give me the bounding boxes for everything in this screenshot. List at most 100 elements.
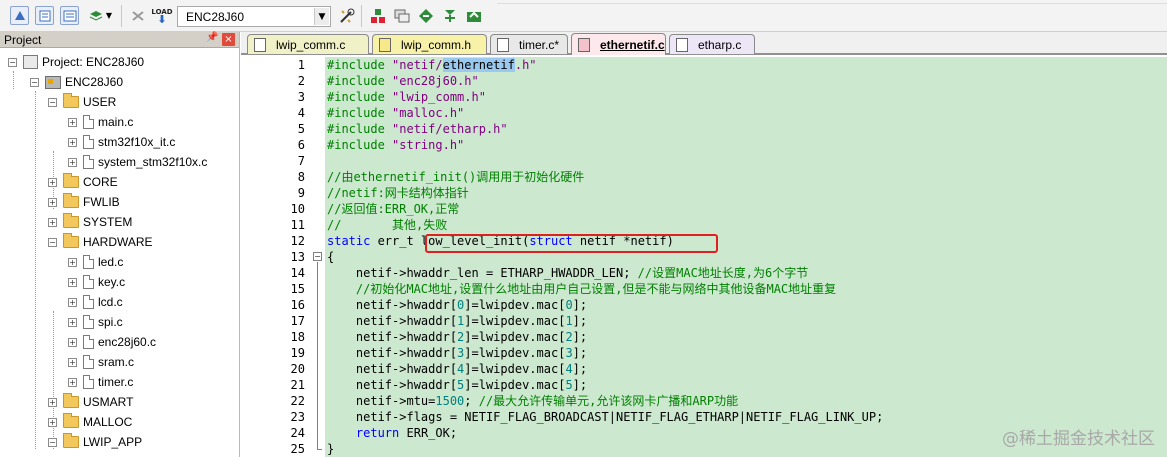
chevron-down-icon[interactable]: ▼ (104, 6, 114, 25)
expand-icon[interactable]: + (48, 177, 57, 187)
tree-item-folder[interactable]: − LWIP_APP (48, 432, 142, 452)
tree-item-file[interactable]: + stm32f10x_it.c (68, 132, 175, 152)
expand-icon[interactable]: + (68, 137, 77, 147)
target-options-icon[interactable] (337, 6, 356, 25)
tree-item-file[interactable]: + main.c (68, 112, 133, 132)
tree-item-label: FWLIB (83, 195, 120, 209)
batch-build-icon[interactable] (86, 6, 105, 25)
expand-icon[interactable]: + (48, 397, 57, 407)
collapse-icon[interactable]: − (48, 97, 57, 107)
code-line: return ERR_OK; (327, 425, 457, 441)
code-token: ]; (572, 314, 588, 328)
code-line: #include "lwip_comm.h" (327, 89, 486, 105)
expand-icon[interactable]: + (68, 117, 77, 127)
tree-item-folder[interactable]: + FWLIB (48, 192, 120, 212)
tree-item-label: timer.c (98, 375, 134, 389)
project-icon (23, 55, 38, 69)
expand-icon[interactable]: + (68, 337, 77, 347)
expand-icon[interactable]: + (68, 377, 77, 387)
tree-item-file[interactable]: + timer.c (68, 372, 133, 392)
tree-item-label: spi.c (98, 315, 123, 329)
tree-item-project[interactable]: − Project: ENC28J60 (8, 52, 144, 72)
line-number: 8 (297, 170, 305, 184)
expand-icon[interactable]: + (48, 217, 57, 227)
tree-item-folder[interactable]: − HARDWARE (48, 232, 153, 252)
folder-icon (63, 93, 79, 108)
tree-item-file[interactable]: + lcd.c (68, 292, 123, 312)
expand-icon[interactable]: + (48, 417, 57, 427)
expand-icon[interactable]: + (48, 197, 57, 207)
tab-ethernetif-c[interactable]: ethernetif.c (571, 33, 666, 55)
code-line: netif->hwaddr[3]=lwipdev.mac[3]; (327, 345, 587, 361)
select-packs-icon[interactable] (464, 6, 483, 25)
tree-item-folder[interactable]: + CORE (48, 172, 118, 192)
tree-item-file[interactable]: + sram.c (68, 352, 134, 372)
tree-item-folder[interactable]: − USER (48, 92, 116, 112)
project-panel: Project 📌 × − Project: ENC28J60− ENC28J60−… (0, 32, 240, 457)
build-icon[interactable] (35, 6, 54, 25)
line-number: 14 (290, 266, 305, 280)
line-number-gutter: 1 2 3 4 5 6 7 8 9 10 11 12 13 14 15 16 17 18 19 20 21 22 23 24 2… (241, 57, 311, 457)
tree-item-file[interactable]: + spi.c (68, 312, 123, 332)
code-token: "lwip_comm.h" (392, 90, 486, 104)
close-icon[interactable]: × (222, 33, 235, 46)
code-token: 1 (565, 314, 573, 328)
tree-item-label: key.c (98, 275, 126, 289)
collapse-icon[interactable]: − (48, 237, 57, 247)
manage-components-icon[interactable] (368, 6, 387, 25)
collapse-icon[interactable]: − (48, 437, 57, 447)
code-line: netif->hwaddr[2]=lwipdev.mac[2]; (327, 329, 587, 345)
expand-icon[interactable]: + (68, 297, 77, 307)
tree-item-file[interactable]: + key.c (68, 272, 125, 292)
collapse-icon[interactable]: − (8, 57, 17, 67)
code-token: 1500 (435, 394, 465, 408)
tree-item-file[interactable]: + led.c (68, 252, 123, 272)
tab-label: timer.c* (519, 37, 560, 52)
expand-icon[interactable]: + (68, 257, 77, 267)
expand-icon[interactable]: + (68, 317, 77, 327)
folder-icon (63, 233, 79, 248)
file-extensions-icon[interactable] (392, 6, 411, 25)
stop-icon[interactable] (128, 6, 147, 25)
file-icon (379, 37, 391, 52)
file-icon (83, 355, 94, 369)
expand-icon[interactable]: + (68, 277, 77, 287)
tree-item-folder[interactable]: + MALLOC (48, 412, 132, 432)
tree-item-file[interactable]: + system_stm32f10x.c (68, 152, 207, 172)
tree-item-folder[interactable]: + SYSTEM (48, 212, 132, 232)
target-select[interactable]: ENC28J60 ▼ (177, 6, 331, 27)
rebuild-icon[interactable] (60, 6, 79, 25)
expand-icon[interactable]: + (68, 157, 77, 167)
tree-item-label: ENC28J60 (65, 75, 124, 89)
code-token: ethernetif (442, 58, 515, 72)
download-icon[interactable]: LOAD ⬇ (151, 6, 173, 25)
collapse-icon[interactable]: − (313, 252, 322, 261)
code-area[interactable]: #include "netif/ethernetif.h" #include "e… (325, 57, 1167, 457)
pin-icon[interactable]: 📌 (206, 32, 218, 43)
code-token: #include (327, 74, 393, 88)
code-token: { (327, 250, 335, 264)
translate-icon[interactable] (10, 6, 29, 25)
tab-timer-c[interactable]: timer.c* (490, 34, 568, 54)
tab-lwip-comm-c[interactable]: lwip_comm.c (247, 34, 369, 54)
collapse-icon[interactable]: − (30, 77, 39, 87)
tree-item-target[interactable]: − ENC28J60 (30, 72, 123, 92)
red-highlight-box (425, 234, 718, 253)
tree-item-folder[interactable]: + USMART (48, 392, 133, 412)
chevron-down-icon[interactable]: ▼ (314, 8, 329, 25)
expand-icon[interactable]: + (68, 357, 77, 367)
tree-item-label: SYSTEM (83, 215, 133, 229)
pack-installer-icon[interactable] (440, 6, 459, 25)
fold-margin: − (311, 57, 325, 457)
tab-etharp-c[interactable]: etharp.c (669, 34, 755, 54)
tree-item-label: LWIP_APP (83, 435, 143, 449)
code-token: //由ethernetif_init()调用用于初始化硬件 (327, 170, 585, 184)
code-editor[interactable]: 1 2 3 4 5 6 7 8 9 10 11 12 13 14 15 16 17 18 19 20 21 22 23 24 2… (241, 57, 1167, 457)
tree-item-file[interactable]: + enc28j60.c (68, 332, 156, 352)
runtime-env-icon[interactable] (416, 6, 435, 25)
code-line: //netif:网卡结构体指针 (327, 185, 469, 201)
file-icon (83, 375, 94, 389)
panel-header: Project 📌 × (0, 32, 239, 48)
tab-lwip-comm-h[interactable]: lwip_comm.h (372, 34, 487, 54)
code-token: ]=lwipdev.mac[ (464, 346, 566, 360)
